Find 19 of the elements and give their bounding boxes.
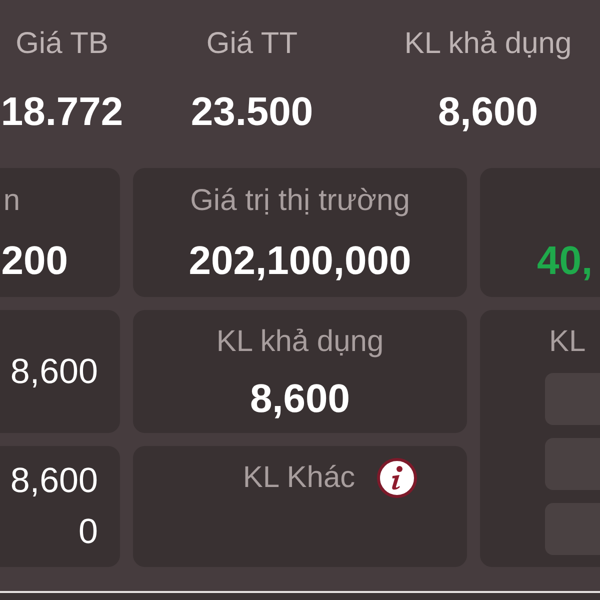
summary-value: 18.772 [0, 89, 124, 136]
summary-value: 8,600 [438, 89, 538, 136]
summary-label: Giá TT [206, 26, 298, 62]
quantity-value: 0 [78, 511, 98, 553]
summary-value: 23.500 [190, 89, 314, 136]
metric-value: 40, [537, 238, 593, 285]
metric-value: 202,100,000 [188, 238, 412, 285]
panel-label: KL [549, 324, 586, 360]
quantity-value: 8,600 [10, 460, 98, 502]
metric-value: 8,600 [250, 376, 350, 423]
metric-label: Giá trị thị trường [190, 183, 410, 219]
metric-label: n [3, 183, 20, 219]
metric-label: KL Khác [242, 460, 356, 496]
summary-label: KL khả dụng [404, 26, 572, 62]
quantity-value: 8,600 [10, 350, 98, 392]
summary-label: Giá TB [16, 26, 108, 62]
metric-label: KL khả dụng [216, 324, 384, 360]
metric-value: 200 [1, 238, 68, 285]
info-icon[interactable] [377, 458, 418, 498]
